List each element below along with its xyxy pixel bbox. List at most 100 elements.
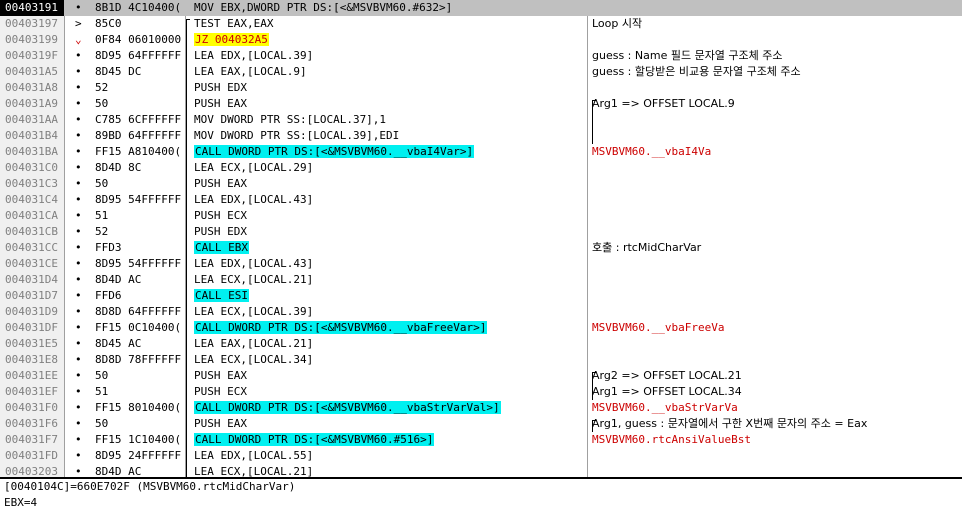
marker-glyph: •: [75, 337, 82, 350]
instruction-cell[interactable]: LEA EDX,[LOCAL.55]: [194, 448, 584, 464]
comment-cell[interactable]: [592, 0, 962, 16]
instruction-cell[interactable]: CALL DWORD PTR DS:[<&MSVBVM60.#516>]: [194, 432, 584, 448]
disasm-row[interactable]: 0040319F • 8D95 64FFFFFF LEA EDX,[LOCAL.39]…: [0, 48, 962, 64]
comment-cell[interactable]: guess : Name 필드 문자열 구조체 주소: [592, 48, 962, 64]
comment-cell[interactable]: [592, 32, 962, 48]
disasm-row[interactable]: 004031E5 • 8D45 AC LEA EAX,[LOCAL.21]: [0, 336, 962, 352]
disasm-row[interactable]: 004031A9 • 50 PUSH EAX Arg1 => OFFSET LOCAL.…: [0, 96, 962, 112]
disasm-row[interactable]: 004031FD • 8D95 24FFFFFF LEA EDX,[LOCAL.55]: [0, 448, 962, 464]
disasm-row[interactable]: 004031F0 • FF15 8010400(CALL DWORD PTR DS:…: [0, 400, 962, 416]
instruction-cell[interactable]: LEA EDX,[LOCAL.43]: [194, 256, 584, 272]
instruction-text: PUSH EAX: [194, 177, 247, 190]
disasm-row[interactable]: 004031EE • 50 PUSH EAX Arg2 => OFFSET LOCAL.…: [0, 368, 962, 384]
instruction-cell[interactable]: PUSH EAX: [194, 96, 584, 112]
comment-cell[interactable]: MSVBVM60.rtcAnsiValueBst: [592, 432, 962, 448]
instruction-cell[interactable]: JZ 004032A5: [194, 32, 584, 48]
comment-cell[interactable]: MSVBVM60.__vbaFreeVa: [592, 320, 962, 336]
comment-cell[interactable]: [592, 256, 962, 272]
instruction-cell[interactable]: PUSH EAX: [194, 176, 584, 192]
disasm-row[interactable]: 00403203 • 8D4D AC LEA ECX,[LOCAL.21]: [0, 464, 962, 477]
disasm-row[interactable]: 004031C3 • 50 PUSH EAX: [0, 176, 962, 192]
instruction-cell[interactable]: LEA EDX,[LOCAL.39]: [194, 48, 584, 64]
disasm-row[interactable]: 004031BA • FF15 A810400(CALL DWORD PTR DS:…: [0, 144, 962, 160]
instruction-cell[interactable]: PUSH ECX: [194, 384, 584, 400]
disasm-row[interactable]: 00403191 • 8B1D 4C10400(MOV EBX,DWORD PTR …: [0, 0, 962, 16]
disasm-row[interactable]: 004031A8 • 52 PUSH EDX: [0, 80, 962, 96]
instruction-cell[interactable]: PUSH EAX: [194, 416, 584, 432]
comment-cell[interactable]: Arg1 => OFFSET LOCAL.34: [592, 384, 962, 400]
disasm-row[interactable]: 004031C0 • 8D4D 8C LEA ECX,[LOCAL.29]: [0, 160, 962, 176]
marker-glyph: •: [75, 145, 82, 158]
comment-cell[interactable]: Arg1 => OFFSET LOCAL.9: [592, 96, 962, 112]
comment-cell[interactable]: [592, 288, 962, 304]
comment-cell[interactable]: MSVBVM60.__vbaI4Va: [592, 144, 962, 160]
instruction-cell[interactable]: PUSH EDX: [194, 80, 584, 96]
comment-cell[interactable]: [592, 304, 962, 320]
instruction-cell[interactable]: MOV DWORD PTR SS:[LOCAL.39],EDI: [194, 128, 584, 144]
instruction-cell[interactable]: LEA ECX,[LOCAL.21]: [194, 464, 584, 477]
disasm-row[interactable]: 004031EF • 51 PUSH ECX Arg1 => OFFSET LOCAL.…: [0, 384, 962, 400]
instruction-cell[interactable]: PUSH EAX: [194, 368, 584, 384]
comment-cell[interactable]: 호출 : rtcMidCharVar: [592, 240, 962, 256]
instruction-cell[interactable]: PUSH EDX: [194, 224, 584, 240]
disasm-row[interactable]: 004031A5 • 8D45 DC LEA EAX,[LOCAL.9] guess :…: [0, 64, 962, 80]
comment-cell[interactable]: [592, 224, 962, 240]
disasm-row[interactable]: 004031F7 • FF15 1C10400(CALL DWORD PTR DS:…: [0, 432, 962, 448]
instruction-cell[interactable]: CALL DWORD PTR DS:[<&MSVBVM60.__vbaStrVa…: [194, 400, 584, 416]
disasm-row[interactable]: 004031E8 • 8D8D 78FFFFFF LEA ECX,[LOCAL.34]: [0, 352, 962, 368]
instruction-cell[interactable]: LEA ECX,[LOCAL.34]: [194, 352, 584, 368]
instruction-cell[interactable]: LEA ECX,[LOCAL.21]: [194, 272, 584, 288]
comment-cell[interactable]: [592, 80, 962, 96]
comment-cell[interactable]: [592, 160, 962, 176]
instruction-cell[interactable]: LEA EAX,[LOCAL.9]: [194, 64, 584, 80]
comment-cell[interactable]: [592, 128, 962, 144]
instruction-cell[interactable]: CALL DWORD PTR DS:[<&MSVBVM60.__vbaFreeV…: [194, 320, 584, 336]
disasm-row[interactable]: 004031C4 • 8D95 54FFFFFF LEA EDX,[LOCAL.43]: [0, 192, 962, 208]
address-cell: 00403199: [0, 32, 64, 48]
comment-cell[interactable]: MSVBVM60.__vbaStrVarVa: [592, 400, 962, 416]
comment-cell[interactable]: [592, 464, 962, 477]
disasm-row[interactable]: 004031D9 • 8D8D 64FFFFFF LEA ECX,[LOCAL.39]: [0, 304, 962, 320]
disasm-row[interactable]: 00403199 ⌄ 0F84 06010000 JZ 004032A5: [0, 32, 962, 48]
instruction-text: LEA EAX,[LOCAL.9]: [194, 65, 307, 78]
instruction-cell[interactable]: LEA EAX,[LOCAL.21]: [194, 336, 584, 352]
comment-cell[interactable]: guess : 할당받은 비교용 문자열 구조체 주소: [592, 64, 962, 80]
comment-cell[interactable]: [592, 272, 962, 288]
instruction-cell[interactable]: MOV EBX,DWORD PTR DS:[<&MSVBVM60.#632>]: [194, 0, 584, 16]
disasm-row[interactable]: 004031CA • 51 PUSH ECX: [0, 208, 962, 224]
comment-cell[interactable]: [592, 192, 962, 208]
disasm-row[interactable]: 004031B4 • 89BD 64FFFFFF MOV DWORD PTR SS:[…: [0, 128, 962, 144]
disasm-row[interactable]: 004031CC • FFD3 CALL EBX 호출 : rtcMidCharVar: [0, 240, 962, 256]
instruction-cell[interactable]: PUSH ECX: [194, 208, 584, 224]
disasm-row[interactable]: 004031F6 • 50 PUSH EAX Arg1, guess : 문자열에서 구…: [0, 416, 962, 432]
disasm-row[interactable]: 004031D4 • 8D4D AC LEA ECX,[LOCAL.21]: [0, 272, 962, 288]
comment-cell[interactable]: [592, 448, 962, 464]
comment-cell[interactable]: Arg1, guess : 문자열에서 구한 X번째 문자의 주소 = Eax: [592, 416, 962, 432]
instruction-cell[interactable]: LEA ECX,[LOCAL.39]: [194, 304, 584, 320]
disasm-row[interactable]: 004031D7 • FFD6 CALL ESI: [0, 288, 962, 304]
disassembly-pane[interactable]: 00403191 • 8B1D 4C10400(MOV EBX,DWORD PTR …: [0, 0, 962, 477]
comment-cell[interactable]: [592, 336, 962, 352]
instruction-text: JZ 004032A5: [194, 33, 269, 46]
comment-cell[interactable]: [592, 208, 962, 224]
comment-cell[interactable]: [592, 352, 962, 368]
instruction-cell[interactable]: LEA EDX,[LOCAL.43]: [194, 192, 584, 208]
disasm-row[interactable]: 004031DF • FF15 0C10400(CALL DWORD PTR DS:…: [0, 320, 962, 336]
hex-bytes-cell: 50: [95, 417, 109, 430]
instruction-cell[interactable]: MOV DWORD PTR SS:[LOCAL.37],1: [194, 112, 584, 128]
instruction-cell[interactable]: LEA ECX,[LOCAL.29]: [194, 160, 584, 176]
instruction-cell[interactable]: CALL EBX: [194, 240, 584, 256]
disasm-row[interactable]: 004031AA • C785 6CFFFFFF MOV DWORD PTR SS:[…: [0, 112, 962, 128]
comment-cell[interactable]: [592, 176, 962, 192]
comment-cell[interactable]: [592, 112, 962, 128]
disasm-row[interactable]: 004031CE • 8D95 54FFFFFF LEA EDX,[LOCAL.43]: [0, 256, 962, 272]
instruction-cell[interactable]: TEST EAX,EAX: [194, 16, 584, 32]
branch-marker: •: [66, 272, 90, 288]
disasm-row[interactable]: 00403197 >85C0 TEST EAX,EAX Loop 시작: [0, 16, 962, 32]
address-cell: 00403203: [0, 464, 64, 477]
comment-cell[interactable]: Arg2 => OFFSET LOCAL.21: [592, 368, 962, 384]
comment-cell[interactable]: Loop 시작: [592, 16, 962, 32]
instruction-cell[interactable]: CALL DWORD PTR DS:[<&MSVBVM60.__vbaI4Var…: [194, 144, 584, 160]
disasm-row[interactable]: 004031CB • 52 PUSH EDX: [0, 224, 962, 240]
instruction-cell[interactable]: CALL ESI: [194, 288, 584, 304]
